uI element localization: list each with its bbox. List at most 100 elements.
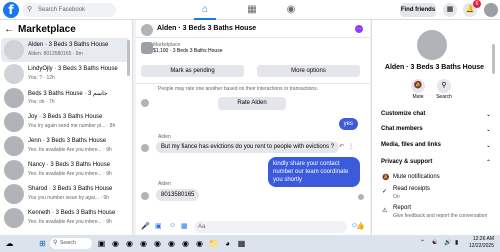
chevron-up-icon[interactable]: ⌃ [420,239,425,246]
panel-scrollbar[interactable] [492,44,495,74]
read-receipts-option[interactable]: Read receipts [393,186,430,192]
more-icon[interactable]: ⋯ [355,25,363,33]
chrome-icon[interactable]: ◉ [124,238,135,249]
chrome-icon[interactable]: ◉ [180,238,191,249]
battery-icon[interactable]: ▮ [455,239,458,246]
chevron-down-icon[interactable]: ⌄ [486,126,491,133]
search-input[interactable]: ⚲ Search Facebook [22,3,116,17]
chrome-icon[interactable]: ◉ [152,238,163,249]
microphone-icon[interactable]: 🎤 [141,222,150,230]
chevron-down-icon[interactable]: ⌄ [486,111,491,118]
windows-start-icon[interactable]: ⊞ [37,238,48,249]
store-icon[interactable]: ▦ [236,238,247,249]
rate-button[interactable]: Rate Alden [218,97,286,110]
conversation-preview: You you number issue by agai... · 9h [28,195,109,201]
list-item[interactable]: Sharod · 3 Beds 3 Baths House You you nu… [1,182,130,206]
conversation-name: Sharod · 3 Beds 3 Baths House [28,186,113,192]
file-explorer-icon[interactable]: 📁 [208,238,219,249]
avatar [4,112,24,132]
clock[interactable]: 12:26 AM 12/22/2025 [466,236,494,250]
chat-header: Alden · 3 Beds 3 Baths House ⋯ [136,20,370,38]
conversation-name: LindyOjly · 3 Beds 3 Baths House [28,66,118,72]
groups-icon[interactable]: ◉ [284,3,298,17]
message-input[interactable]: Aa [194,221,347,233]
avatar [141,144,149,152]
system-note: People may rate one another based on the… [158,86,319,92]
chat-panel: Alden · 3 Beds 3 Baths House ⋯ Marketpla… [136,20,370,235]
shop-icon[interactable]: ▦ [245,3,259,17]
volume-icon[interactable]: 🔊 [444,239,451,246]
back-arrow-icon[interactable]: ← [4,24,14,35]
outgoing-message: yes [338,118,358,130]
chrome-icon[interactable]: ◉ [166,238,177,249]
like-icon[interactable]: 👍 [356,222,365,230]
avatar [4,160,24,180]
chrome-icon[interactable]: ◉ [110,238,121,249]
chat-members-section[interactable]: Chat members [381,126,423,132]
conversation-preview: You: ok · 7h [28,99,55,105]
chat-info-panel: Alden · 3 Beds 3 Baths House 🔕 Mute ⚲ Se… [371,20,500,235]
list-item[interactable]: Beds 3 Baths House · 3 جاسم You: ok · 7h [1,86,130,110]
list-item[interactable]: Kenneth · 3 Beds 3 Baths House Yes. Its … [1,206,130,230]
chevron-up-icon[interactable]: ⌃ [486,159,491,166]
list-item[interactable]: Jenn · 3 Beds 3 Baths House Yes. Its ava… [1,134,130,158]
conversation-preview: You: ? · 12h [28,75,55,81]
mute-notifications-option[interactable]: Mute notifications [393,174,440,180]
conversation-preview: Alden: 8013580165 · 8m [28,51,83,57]
list-scrollbar[interactable] [127,40,130,76]
profile-name: Alden · 3 Beds 3 Baths House [384,64,485,71]
chrome-icon[interactable]: ◉ [138,238,149,249]
conversation-preview: Yes. Its available Are you intere... · 9… [28,219,112,225]
mark-pending-button[interactable]: Mark as pending [141,65,244,77]
conversation-name: Beds 3 Baths House · 3 جاسم [28,91,108,97]
list-item[interactable]: Nancy · 3 Beds 3 Baths House Yes. Its av… [1,158,130,182]
conversation-preview: Yes. Its available Are you intere... · 9… [28,147,112,153]
avatar [4,88,24,108]
listing-thumbnail[interactable] [141,42,153,54]
conversation-name: Jenn · 3 Beds 3 Baths House [28,138,107,144]
list-item[interactable]: LindyOjly · 3 Beds 3 Baths House You: ? … [1,62,130,86]
incoming-message: 8013580165 [156,189,200,201]
facebook-logo[interactable]: f [3,2,19,18]
media-files-section[interactable]: Media, files and links [381,142,441,148]
notification-badge: 6 [473,0,481,8]
gif-icon[interactable]: ▦ [181,222,188,230]
avatar[interactable] [484,3,498,17]
list-item[interactable]: Joy · 3 Beds 3 Baths House You try again… [1,110,130,134]
home-icon[interactable]: ⌂ [198,3,212,17]
avatar [4,136,24,156]
mute-icon[interactable]: 🔕 [411,79,425,93]
conversation-name: Kenneth · 3 Beds 3 Baths House [28,210,116,216]
reply-icon[interactable]: ↶ [339,143,344,150]
privacy-support-section[interactable]: Privacy & support [381,159,432,165]
notifications-icon[interactable]: 🔔 6 [463,0,481,17]
chrome-icon[interactable]: ◉ [194,238,205,249]
avatar [4,208,24,228]
chat-title[interactable]: Alden · 3 Beds 3 Baths House [157,25,256,32]
search-icon[interactable]: ⚲ [437,79,451,93]
search-icon: ⚲ [53,240,58,246]
avatar[interactable] [417,30,447,60]
avatar[interactable] [141,24,153,36]
listing-title[interactable]: $1,100 · 3 Beds 3 Baths House [153,48,223,54]
report-option[interactable]: Report [393,205,411,211]
listing-card: Marketplace $1,100 · 3 Beds 3 Baths Hous… [136,38,370,84]
more-icon[interactable]: ⋮ [348,143,354,150]
photo-icon[interactable]: ▣ [155,222,162,230]
find-friends-button[interactable]: Find friends [400,3,436,17]
read-receipt-avatar [358,194,364,200]
sticker-icon[interactable]: ☺ [169,222,176,229]
taskbar-search[interactable]: ⚲ Search [50,238,92,249]
more-options-button[interactable]: More options [257,65,360,77]
menu-grid-icon[interactable]: ▦ [443,3,457,17]
weather-icon[interactable]: ☁ [4,238,15,249]
chevron-down-icon[interactable]: ⌄ [486,142,491,149]
edge-icon[interactable]: ◕ [222,238,233,249]
customize-chat-section[interactable]: Customize chat [381,111,425,117]
avatar [4,64,24,84]
task-view-icon[interactable]: ▣ [96,238,107,249]
wifi-icon[interactable]: ☯ [432,239,437,246]
conversation-name: Joy · 3 Beds 3 Baths House [28,114,103,120]
list-item[interactable]: Alden · 3 Beds 3 Baths House Alden: 8013… [1,38,130,62]
report-icon: ⚠ [382,208,388,214]
